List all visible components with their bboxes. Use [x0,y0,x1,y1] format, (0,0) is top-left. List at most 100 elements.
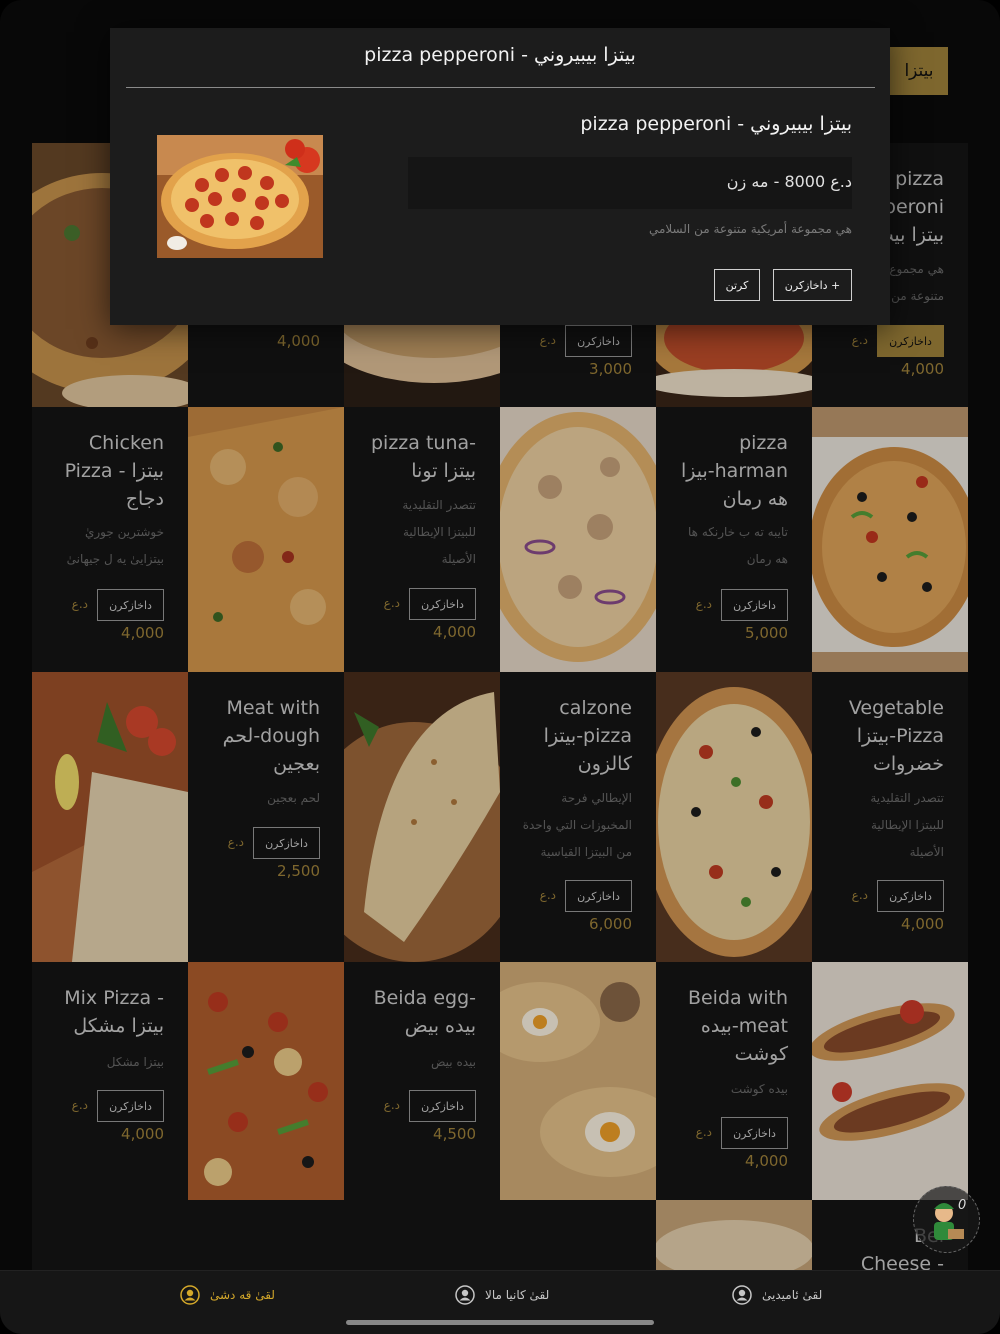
food-photo [500,407,656,672]
menu-item-row5-col2 [188,1200,344,1273]
menu-item-mix-pizza[interactable]: Mix Pizza - بيتزا مشكل بيتزا مشكل داخازك… [32,962,188,1200]
item-name: pizza بيزا-harman هه رمان [680,432,788,510]
order-button[interactable]: داخازكرن [565,880,632,912]
currency-label: د.ع [539,888,556,902]
menu-item-meat-with-dough[interactable]: Meat with لحم-dough بعجين لحم بعجين داخا… [188,672,344,962]
menu-item-chicken-pizza[interactable]: Chicken Pizza - بيتزا دجاج خوشترين جوريٰ… [32,407,188,672]
modal-title: pizza pepperoni - بيتزا بيبيروني [364,44,636,66]
currency-label: د.ع [539,333,556,347]
food-photo [656,1200,812,1273]
currency-label: د.ع [851,888,868,902]
order-button[interactable]: داخازكرن [877,325,944,357]
menu-item-row5-col3 [344,1200,500,1273]
food-photo [188,407,344,672]
tab-1[interactable]: لقىٰ ئاميديىٰ [732,1285,822,1305]
modal-item-name: pizza pepperoni - بيتزا بيبيروني [580,113,852,135]
menu-item-beida-meat[interactable]: Beida with بيده-meat كوشت بيده كوشت داخا… [656,962,812,1200]
tab-label: لقىٰ قه دشىٰ [210,1288,275,1302]
item-price: 4,000 [745,1152,788,1170]
item-price: 4,000 [901,360,944,378]
item-description: تايبه ته ب خارنكه ها هه رمان [688,525,788,566]
item-image-pizza-harman[interactable] [812,407,968,672]
cart-count-badge: 0 [958,1198,967,1213]
menu-item-row5-col1 [32,1200,188,1273]
modal-divider [126,87,875,88]
item-image-vegetable-pizza[interactable] [656,672,812,962]
order-button[interactable]: داخازكرن [721,1117,788,1149]
item-image-pizza-tuna[interactable] [500,407,656,672]
item-description: الإيطالي فرحة المخبوزات التي واحدة من ال… [522,791,632,859]
cart-button[interactable] [913,1186,980,1253]
item-image-beida-cheese[interactable] [656,1200,812,1273]
item-name: Chicken Pizza - بيتزا دجاج [64,432,164,510]
food-photo [344,672,500,962]
item-description: تتصدر التقليدية للبيتزا الإيطالية الأصيل… [402,498,476,566]
item-image-beida-meat[interactable] [812,962,968,1200]
item-description: بيتزا مشكل [106,1055,164,1069]
order-button[interactable]: داخازكرن [409,588,476,620]
menu-item-pizza-harman[interactable]: pizza بيزا-harman هه رمان تايبه ته ب خار… [656,407,812,672]
order-button[interactable]: داخازكرن [877,880,944,912]
currency-label: د.ع [695,1125,712,1139]
tab-3[interactable]: لقىٰ قه دشىٰ [180,1285,275,1305]
item-description: خوشترين جوريٰ بيتزايىٰ يه ل جيهانىٰ [66,525,164,566]
app-screen: بيتزا 4,000 داخازكرن د.ع 3,000 pizza per… [0,0,1000,1334]
order-button[interactable]: داخازكرن [253,827,320,859]
item-name: Meat with لحم-dough بعجين [222,697,320,775]
item-price: 4,500 [433,1125,476,1143]
item-price: 2,500 [277,862,320,880]
modal-item-description: هي مجموعة أمريكية متنوعة من السلامي [648,222,852,236]
menu-item-beida-egg[interactable]: Beida egg- بيده بيض بيده بيض داخازكرن د.… [344,962,500,1200]
category-chip-pizza[interactable]: بيتزا [890,47,948,95]
modal-item-price: د.ع 8000 - مه زن [726,172,852,191]
order-button[interactable]: داخازكرن [97,589,164,621]
order-button[interactable]: داخازكرن [565,325,632,357]
food-photo [500,962,656,1200]
order-button[interactable]: داخازكرن [409,1090,476,1122]
item-image-lahm-bajeen[interactable] [32,672,188,962]
pepperoni-pizza-photo [157,135,323,258]
tab-2[interactable]: لقىٰ كانيا مالا [455,1285,549,1305]
currency-label: د.ع [227,835,244,849]
currency-label: د.ع [71,597,88,611]
food-photo [812,962,968,1200]
currency-label: د.ع [71,1098,88,1112]
item-name: Vegetable بيتزا-Pizza خضروات [848,697,944,775]
close-modal-button[interactable]: كرتن [714,269,760,301]
item-price: 6,000 [589,915,632,933]
item-description: تتصدر التقليدية للبيتزا الإيطالية الأصيل… [870,791,944,859]
user-icon [180,1285,200,1305]
item-name: pizza tuna- بيتزا تونا [370,432,476,482]
food-photo [656,672,812,962]
menu-item-pizza-tuna[interactable]: pizza tuna- بيتزا تونا تتصدر التقليدية ل… [344,407,500,672]
user-icon [732,1285,752,1305]
food-photo [812,407,968,672]
currency-label: د.ع [695,597,712,611]
item-description: بيده كوشت [730,1082,788,1096]
item-name: Mix Pizza - بيتزا مشكل [64,987,164,1037]
item-image-chicken-pizza[interactable] [188,407,344,672]
item-price: 4,000 [121,624,164,642]
order-button[interactable]: داخازكرن [721,589,788,621]
item-image-mix-pizza[interactable] [188,962,344,1200]
item-price: 4,000 [433,623,476,641]
currency-label: د.ع [851,333,868,347]
item-name: Beida egg- بيده بيض [373,987,476,1037]
menu-item-vegetable-pizza[interactable]: Vegetable بيتزا-Pizza خضروات تتصدر التقل… [812,672,968,962]
modal-item-image [157,135,323,258]
item-price: 4,000 [121,1125,164,1143]
food-photo [32,672,188,962]
item-name: calzone بيتزا-pizza كالزون [543,697,632,775]
currency-label: د.ع [383,1098,400,1112]
item-description: بيده بيض [430,1055,476,1069]
item-image-calzone[interactable] [344,672,500,962]
tab-label: لقىٰ ئاميديىٰ [762,1288,823,1302]
add-to-order-button[interactable]: داخازكرن + [773,269,852,301]
item-price: 3,000 [589,360,632,378]
home-indicator[interactable] [346,1320,654,1325]
menu-item-calzone[interactable]: calzone بيتزا-pizza كالزون الإيطالي فرحة… [500,672,656,962]
order-button[interactable]: داخازكرن [97,1090,164,1122]
item-name: Beida with بيده-meat كوشت [687,987,788,1065]
item-image-beida-egg[interactable] [500,962,656,1200]
tab-label: لقىٰ كانيا مالا [485,1288,550,1302]
